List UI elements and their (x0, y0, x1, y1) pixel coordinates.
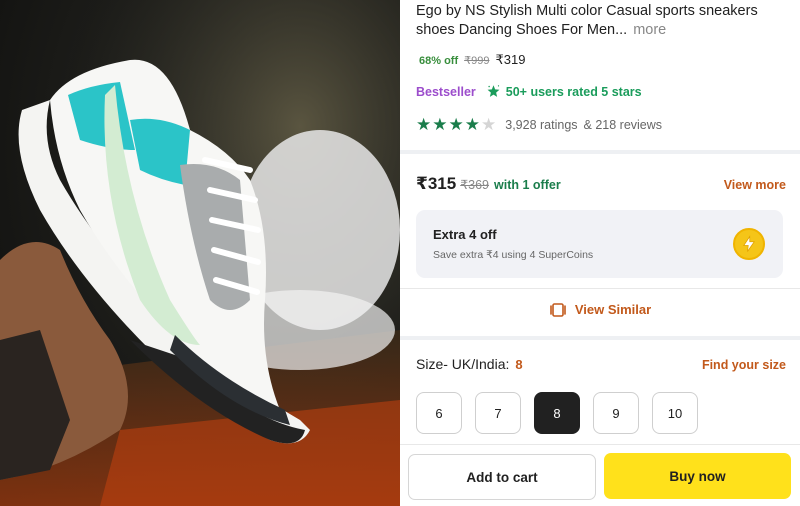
more-link[interactable]: more (633, 22, 666, 38)
size-option-6[interactable]: 6 (416, 392, 462, 434)
badges-row: Bestseller 50+ users rated 5 stars (416, 84, 642, 99)
size-option-9[interactable]: 9 (593, 392, 639, 434)
star-icon: ★ (464, 115, 480, 134)
view-similar-icon (550, 302, 566, 317)
rated-text: 50+ users rated 5 stars (505, 84, 642, 99)
size-label: Size- UK/India: (416, 356, 510, 372)
section-divider (400, 336, 800, 340)
selling-price: ₹319 (495, 52, 526, 67)
offer-price: ₹315 (416, 174, 457, 193)
supercoins-card[interactable]: Extra 4 off Save extra ₹4 using 4 SuperC… (416, 210, 783, 278)
star-badge-icon (487, 85, 500, 97)
size-header: Size- UK/India: 8 Find your size (416, 356, 786, 372)
view-more-link[interactable]: View more (724, 178, 786, 192)
action-bar: Add to cart Buy now (400, 444, 800, 506)
price-summary: 68% off ₹999 ₹319 (419, 52, 525, 68)
star-rating: ★ ★ ★ ★ ★ (416, 116, 496, 133)
original-price: ₹999 (464, 55, 490, 67)
size-options: 6 7 8 9 10 (416, 392, 698, 434)
supercoins-title: Extra 4 off (433, 227, 497, 242)
supercoin-icon (733, 228, 765, 260)
offer-price-row: ₹315 ₹369 with 1 offer View more (416, 174, 786, 194)
selected-size-value: 8 (515, 357, 523, 372)
offer-mrp: ₹369 (460, 178, 490, 192)
discount-percent: 68% off (419, 55, 459, 67)
product-title-text: Ego by NS Stylish Multi color Casual spo… (416, 3, 758, 38)
star-icon: ★ (448, 115, 464, 134)
view-similar-button[interactable]: View Similar (400, 302, 800, 317)
size-option-10[interactable]: 10 (652, 392, 698, 434)
product-title[interactable]: Ego by NS Stylish Multi color Casual spo… (416, 2, 792, 40)
add-to-cart-button[interactable]: Add to cart (408, 454, 596, 500)
section-divider (400, 150, 800, 154)
view-similar-label: View Similar (574, 302, 652, 317)
supercoins-subtitle: Save extra ₹4 using 4 SuperCoins (433, 249, 594, 261)
with-offer-text: with 1 offer (494, 178, 561, 192)
buy-now-button[interactable]: Buy now (604, 453, 791, 499)
product-details-panel: Ego by NS Stylish Multi color Casual spo… (400, 0, 800, 506)
bestseller-badge: Bestseller (416, 84, 476, 99)
size-option-7[interactable]: 7 (475, 392, 521, 434)
size-option-8[interactable]: 8 (534, 392, 580, 434)
star-icon: ★ (432, 115, 448, 134)
find-size-link[interactable]: Find your size (702, 358, 786, 372)
reviews-count: & 218 reviews (583, 117, 663, 132)
rated-badge: 50+ users rated 5 stars (486, 84, 642, 99)
star-icon: ★ (416, 115, 432, 134)
star-empty-icon: ★ (481, 115, 497, 134)
ratings-count: 3,928 ratings (505, 117, 578, 132)
section-divider (400, 288, 800, 289)
ratings-row[interactable]: ★ ★ ★ ★ ★ 3,928 ratings & 218 reviews (416, 116, 662, 133)
product-image[interactable] (0, 0, 400, 506)
